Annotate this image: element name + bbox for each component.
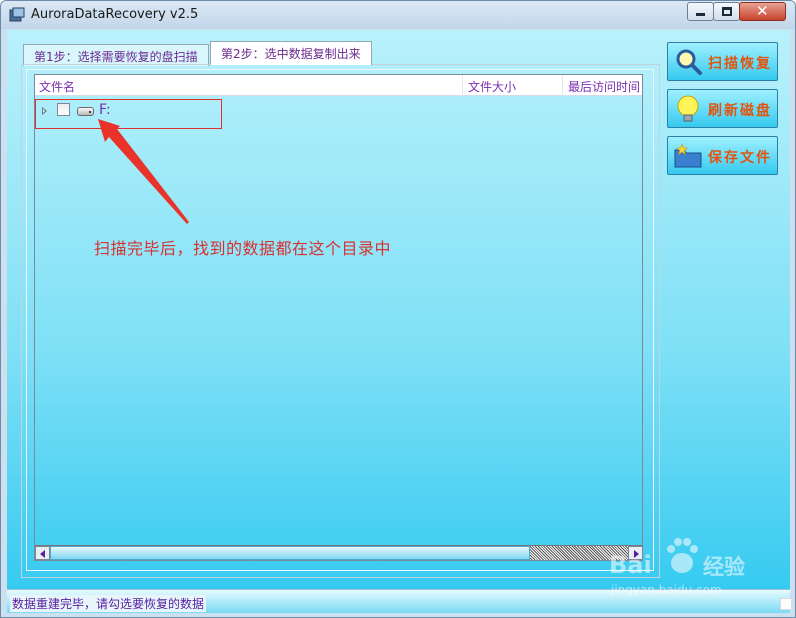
scroll-thumb[interactable] [50, 546, 530, 560]
scroll-left-button[interactable] [35, 546, 50, 560]
horizontal-scrollbar[interactable] [35, 545, 643, 560]
watermark-brand: Bai [609, 551, 652, 579]
annotation-arrow-icon [98, 119, 189, 224]
resize-grip[interactable] [780, 598, 792, 610]
watermark-url: jingyan.baidu.com [611, 583, 722, 597]
paw-icon [667, 538, 698, 573]
watermark: Bai 经验 jingyan.baidu.com [609, 531, 769, 601]
watermark-suffix: 经验 [703, 555, 745, 579]
tab-step2[interactable]: 第2步：选中数据复制出来 [210, 41, 372, 65]
arrow-left-icon [40, 550, 45, 558]
status-text: 数据重建完毕，请勾选要恢复的数据 [10, 595, 207, 612]
annotation-text: 扫描完毕后，找到的数据都在这个目录中 [94, 239, 392, 258]
app-window: AuroraDataRecovery v2.5 ✕ 第1步：选择需要恢复的盘扫描… [0, 0, 796, 618]
